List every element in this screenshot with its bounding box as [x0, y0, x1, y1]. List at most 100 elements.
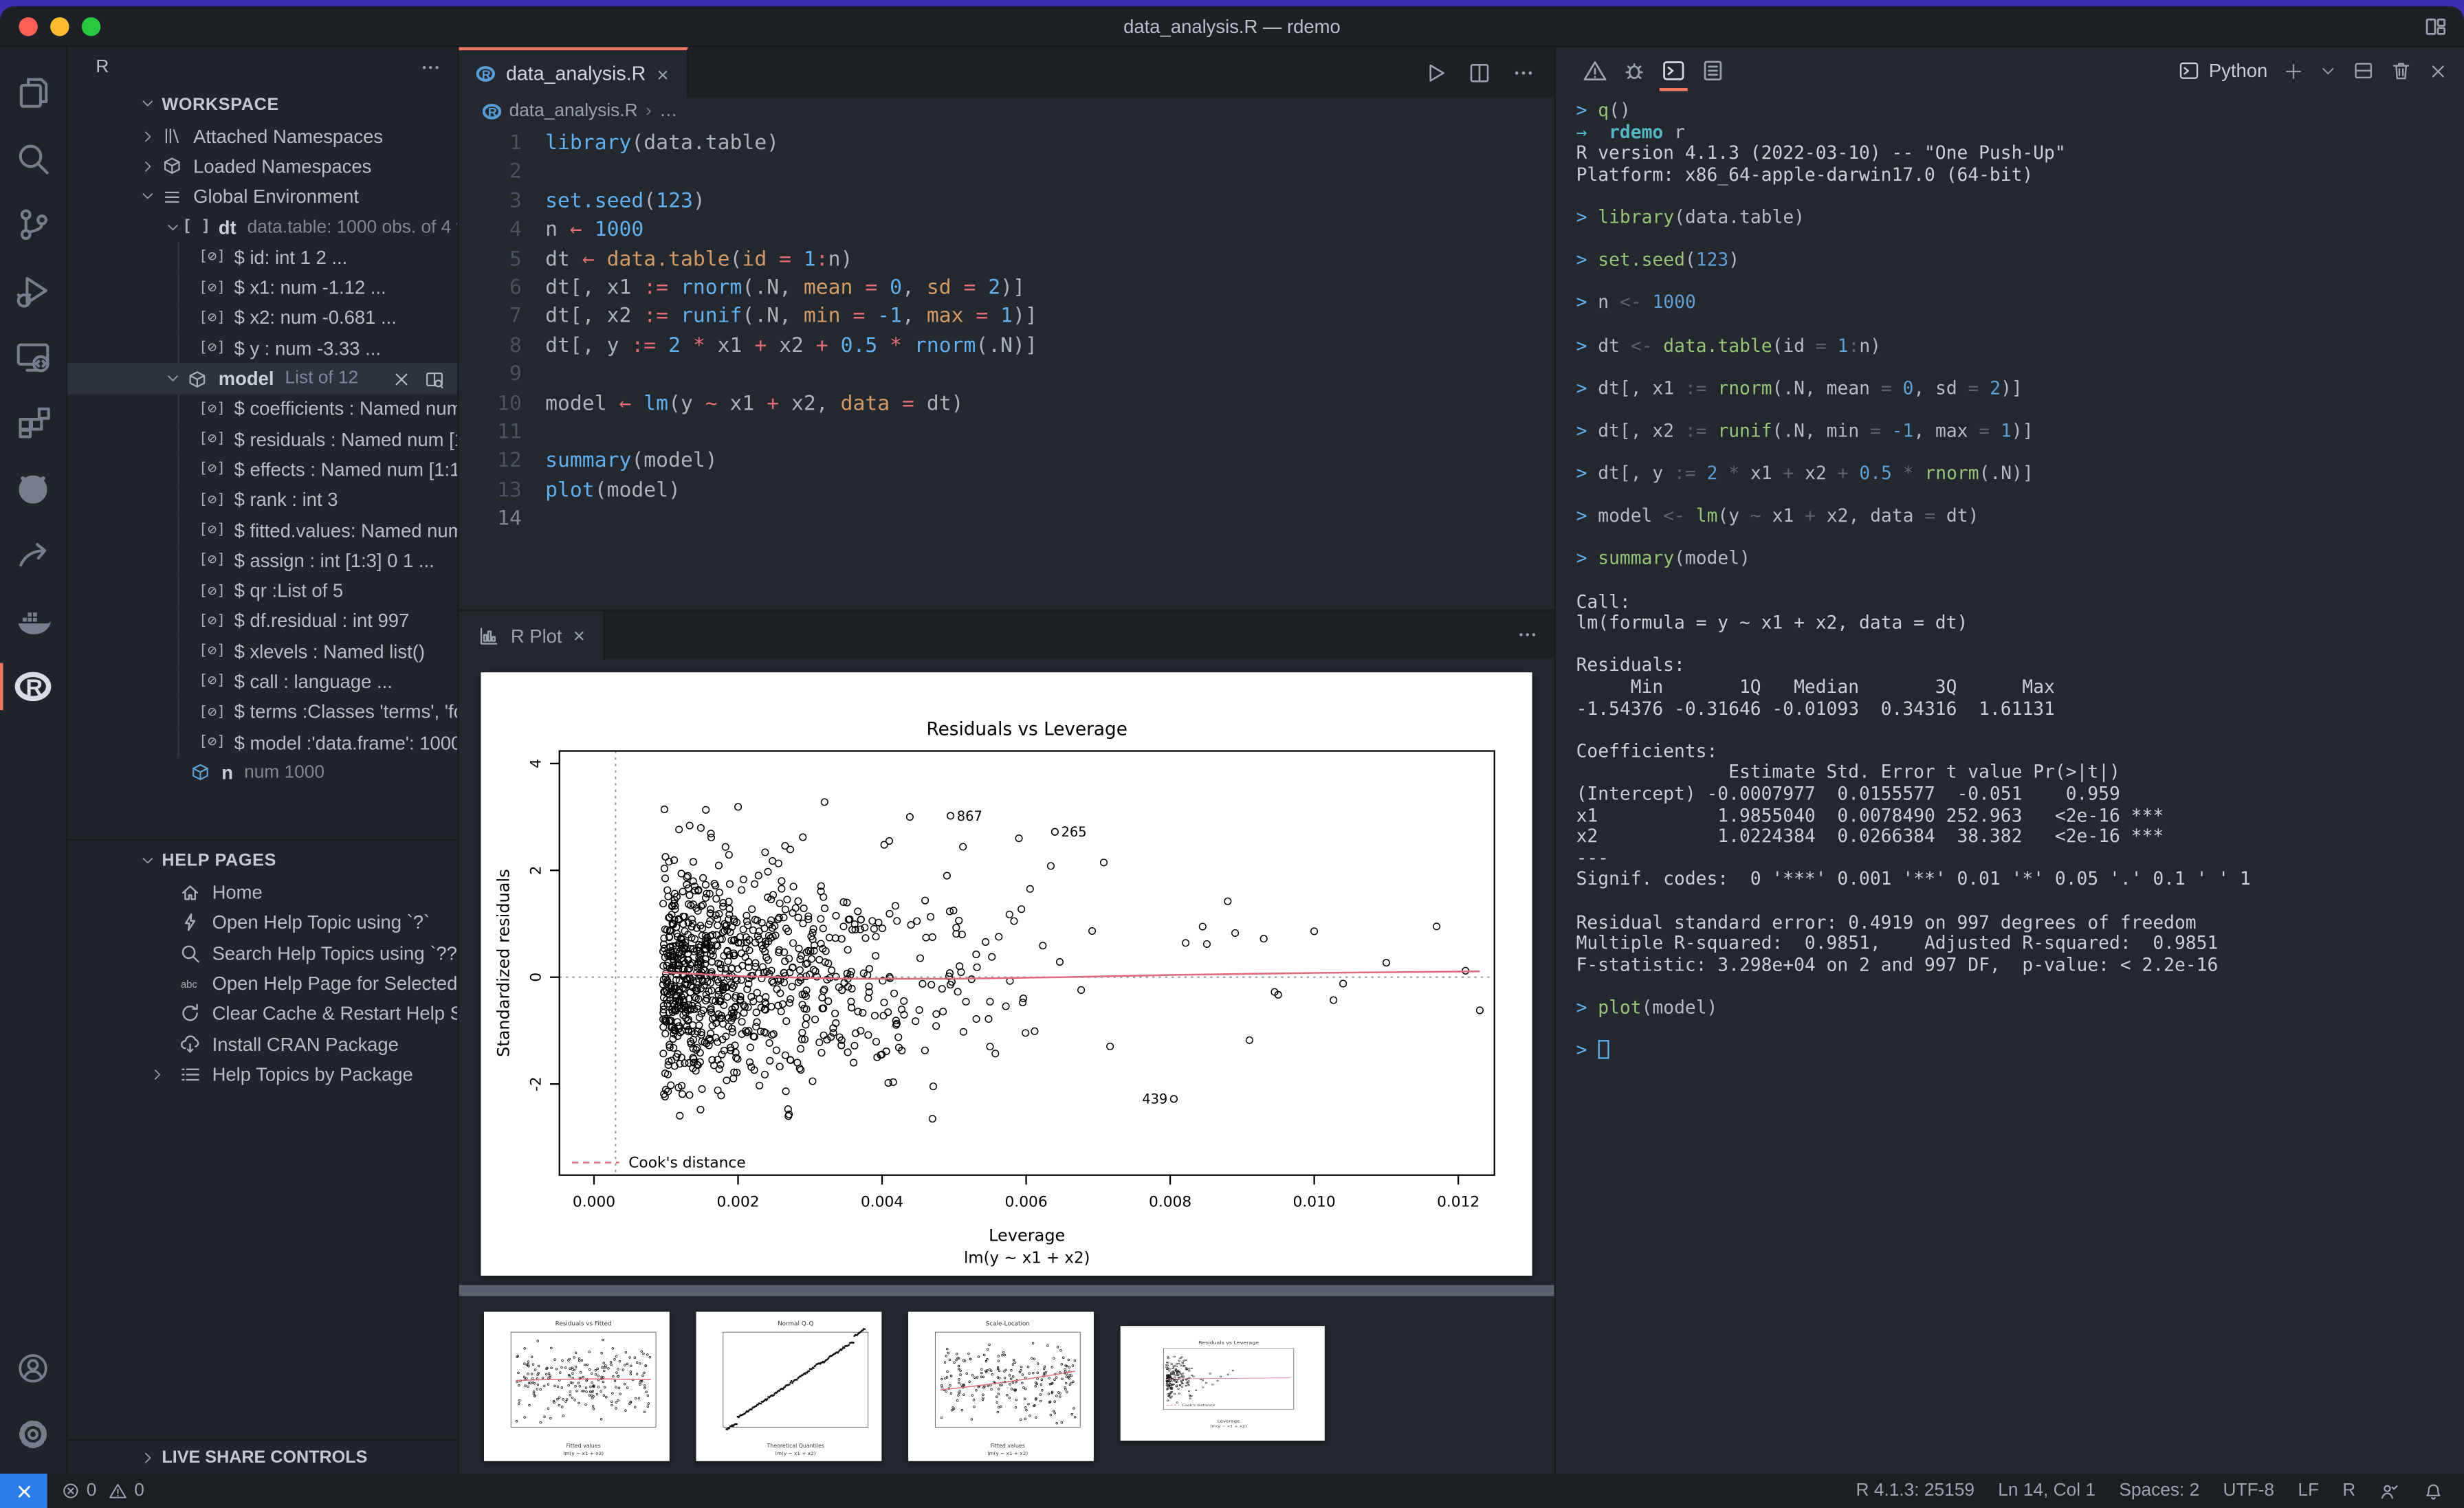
code-line[interactable]: 8 dt[, y := 2 * x1 + x2 + 0.5 * rnorm(.N)…	[459, 333, 1554, 362]
panel-tab-debug-console-icon[interactable]	[1617, 54, 1651, 88]
status-r[interactable]: R	[2342, 1481, 2355, 1500]
tab-data-analysis[interactable]: R data_analysis.R ×	[459, 47, 688, 98]
plot-thumbnail-residuals-vs-leverage[interactable]: Residuals vs Leverage Cook's distance Leve…	[1120, 1326, 1325, 1441]
terminal-cursor[interactable]	[1598, 1040, 1609, 1059]
remote-indicator[interactable]	[0, 1473, 47, 1508]
status-r-4-1-3-25159[interactable]: R 4.1.3: 25159	[1856, 1481, 1974, 1500]
breadcrumb[interactable]: R data_analysis.R › …	[459, 97, 1554, 126]
tree-item[interactable]: [⊘] $ fitted.values: Named num [1:10...	[67, 515, 457, 546]
activity-settings-icon[interactable]	[0, 1401, 67, 1467]
code-line[interactable]: 6 dt[, x1 := rnorm(.N, mean = 0, sd = 2)]	[459, 275, 1554, 304]
tree-item[interactable]: [⊘] $ x1: num -1.12 ...	[67, 272, 457, 303]
breadcrumb-symbol[interactable]: …	[659, 102, 677, 121]
panel-tab-problems-icon[interactable]	[1578, 54, 1612, 88]
tree-item[interactable]: [⊘] $ assign : int [1:3] 0 1 ...	[67, 545, 457, 576]
code-line[interactable]: 12 summary(model)	[459, 448, 1554, 477]
activity-account-icon[interactable]	[0, 1335, 67, 1401]
problems-status[interactable]: 0 0	[61, 1481, 144, 1500]
activity-explorer-icon[interactable]	[0, 60, 67, 126]
feedback-icon[interactable]	[2379, 1481, 2400, 1501]
help-item-open-help-page-for-selected-text[interactable]: abc Open Help Page for Selected Text	[67, 968, 457, 999]
tree-item[interactable]: [⊘] $ rank : int 3	[67, 485, 457, 515]
split-terminal-button[interactable]	[2353, 60, 2375, 82]
tree-item[interactable]: [⊘] $ df.residual : int 997	[67, 606, 457, 636]
code-line[interactable]: 7 dt[, x2 := runif(.N, min = -1, max = 1)…	[459, 304, 1554, 333]
new-terminal-button[interactable]	[2283, 60, 2304, 81]
help-item-help-topics-by-package[interactable]: Help Topics by Package	[67, 1059, 457, 1089]
kill-terminal-button[interactable]	[2390, 60, 2412, 82]
section-live-share-controls[interactable]: LIVE SHARE CONTROLS	[67, 1439, 458, 1474]
tree-item[interactable]: [⊘] $ call : language ...	[67, 666, 457, 698]
open-viewer-icon[interactable]	[424, 368, 445, 389]
panel-tab-terminal-icon[interactable]	[1656, 54, 1691, 91]
status-ln-14-col-1[interactable]: Ln 14, Col 1	[1998, 1481, 2096, 1500]
plot-thumbnail-normal-q-q[interactable]: Normal Q-Q Theoretical Quantiles lm(y ~ x1…	[696, 1311, 882, 1461]
activity-remote-explorer-icon[interactable]	[0, 324, 67, 390]
code-line[interactable]: 1 library(data.table)	[459, 131, 1554, 159]
plot-more-actions-icon[interactable]	[1517, 623, 1539, 645]
tree-item[interactable]: [ ] dt data.table: 1000 obs. of 4 varia...	[67, 212, 457, 242]
tree-item[interactable]: model List of 12	[67, 363, 458, 394]
activity-search-icon[interactable]	[0, 126, 67, 192]
panel-tab-output-icon[interactable]	[1695, 54, 1730, 88]
tree-item[interactable]: [⊘] $ effects : Named num [1:1000] -...	[67, 454, 457, 485]
tree-item[interactable]: [⊘] $ terms :Classes 'terms', 'formul...	[67, 697, 457, 728]
activity-run-debug-icon[interactable]	[0, 258, 67, 324]
tree-item[interactable]: [⊘] $ xlevels : Named list()	[67, 636, 457, 667]
code-line[interactable]: 11	[459, 419, 1554, 448]
status-spaces-2[interactable]: Spaces: 2	[2119, 1481, 2199, 1500]
activity-live-share-icon[interactable]	[0, 522, 67, 588]
tree-item[interactable]: Global Environment	[67, 181, 457, 212]
tree-item[interactable]: Attached Namespaces	[67, 121, 457, 151]
section-workspace[interactable]: WORKSPACE	[67, 88, 457, 121]
code-line[interactable]: 14	[459, 506, 1554, 535]
help-item-open-help-topic-using[interactable]: Open Help Topic using `?`	[67, 908, 457, 938]
plot-thumbnail-residuals-vs-fitted[interactable]: Residuals vs Fitted Fitted values lm(y ~ x…	[483, 1311, 670, 1461]
tree-item[interactable]: Loaded Namespaces	[67, 151, 457, 181]
code-line[interactable]: 4 n ← 1000	[459, 217, 1554, 246]
help-item-install-cran-package[interactable]: Install CRAN Package	[67, 1029, 457, 1059]
split-editor-button[interactable]	[1468, 60, 1491, 84]
activity-extensions-icon[interactable]	[0, 390, 67, 456]
activity-source-control-icon[interactable]	[0, 192, 67, 258]
notifications-icon[interactable]	[2423, 1481, 2444, 1501]
activity-r-icon[interactable]: R	[0, 654, 67, 720]
tree-item[interactable]: [⊘] $ x2: num -0.681 ...	[67, 302, 457, 333]
status-lf[interactable]: LF	[2298, 1481, 2319, 1500]
section-help-pages[interactable]: HELP PAGES	[67, 845, 457, 878]
tree-item[interactable]: [⊘] $ model :'data.frame': 1000 obs. ...	[67, 727, 457, 758]
help-item-search-help-topics-using[interactable]: Search Help Topics using `??`	[67, 938, 457, 968]
tab-r-plot[interactable]: R Plot ×	[459, 611, 606, 660]
sidebar-more-icon[interactable]	[419, 56, 441, 78]
close-icon[interactable]	[391, 368, 412, 389]
code-line[interactable]: 10 model ← lm(y ~ x1 + x2, data = dt)	[459, 390, 1554, 419]
terminal-dropdown-icon[interactable]	[2320, 62, 2337, 79]
code-line[interactable]: 3 set.seed(123)	[459, 188, 1554, 217]
code-line[interactable]: 9	[459, 362, 1554, 390]
tree-item[interactable]: [⊘] $ id: int 1 2 ...	[67, 242, 457, 273]
code-line[interactable]: 2	[459, 159, 1554, 188]
code-line[interactable]: 5 dt ← data.table(id = 1:n)	[459, 246, 1554, 275]
terminal-output[interactable]: > q() → rdemo rR version 4.1.3 (2022-03-1…	[1556, 94, 2464, 1474]
status-utf-8[interactable]: UTF-8	[2223, 1481, 2275, 1500]
tree-item[interactable]: n num 1000	[67, 757, 457, 788]
code-editor[interactable]: 1 library(data.table) 2 3 set.seed(123) 4 n ← …	[459, 126, 1554, 610]
activity-github-icon[interactable]	[0, 456, 67, 522]
help-item-clear-cache-restart-help-server[interactable]: Clear Cache & Restart Help Server	[67, 999, 457, 1029]
activity-docker-icon[interactable]	[0, 588, 67, 654]
plot-thumbnail-scale-location[interactable]: Scale-Location Fitted values lm(y ~ x1 + x…	[908, 1311, 1094, 1461]
breadcrumb-file[interactable]: data_analysis.R	[509, 102, 638, 121]
close-plot-tab-icon[interactable]: ×	[573, 623, 585, 647]
close-tab-icon[interactable]: ×	[657, 62, 668, 85]
tree-item[interactable]: [⊘] $ qr :List of 5	[67, 575, 457, 606]
customize-layout-icon[interactable]	[2423, 14, 2449, 40]
tree-item[interactable]: [⊘] $ y : num -3.33 ...	[67, 333, 457, 364]
tree-item[interactable]: [⊘] $ coefficients : Named num [1:3]...	[67, 393, 457, 425]
editor-more-actions-button[interactable]	[1512, 60, 1535, 84]
close-panel-button[interactable]	[2428, 60, 2448, 81]
run-file-button[interactable]	[1424, 60, 1447, 84]
help-item-home[interactable]: Home	[67, 878, 457, 908]
active-terminal[interactable]: Python	[2177, 60, 2267, 82]
code-line[interactable]: 13 plot(model)	[459, 477, 1554, 506]
horizontal-scrollbar[interactable]	[459, 1285, 1554, 1296]
